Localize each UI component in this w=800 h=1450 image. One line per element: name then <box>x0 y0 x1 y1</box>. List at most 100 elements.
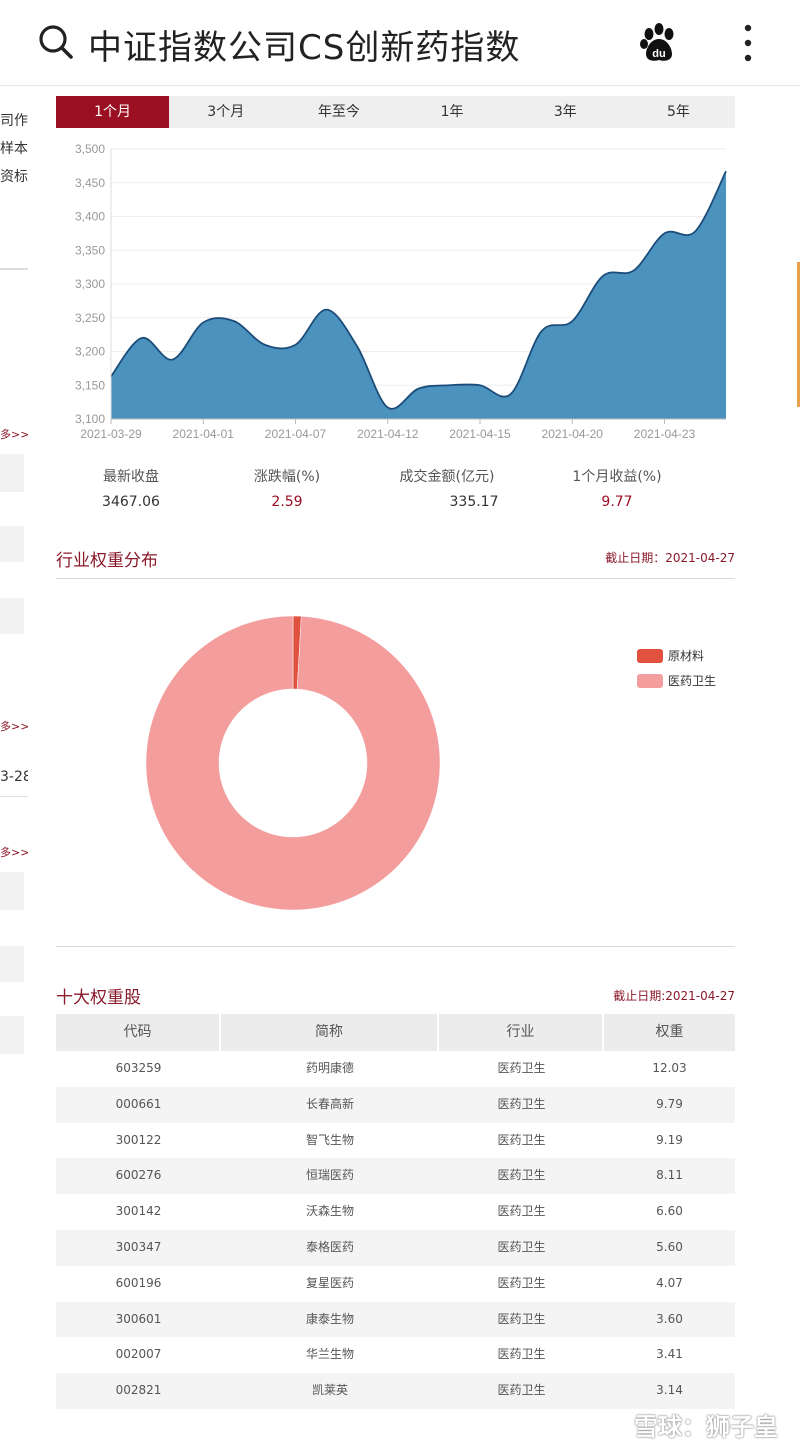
cell-weight: 3.41 <box>656 1347 683 1362</box>
cell-weight: 5.60 <box>656 1239 683 1254</box>
x-tick-label: 2021-04-23 <box>634 427 696 441</box>
tab-1-month[interactable]: 1个月 <box>56 96 170 128</box>
cell-weight: 9.79 <box>656 1096 683 1111</box>
cell-name: 沃森生物 <box>305 1204 354 1219</box>
y-tick-label: 3,400 <box>75 210 105 224</box>
cell-code: 002007 <box>115 1347 162 1362</box>
stat-label: 涨跌幅(%) <box>253 469 321 485</box>
cell-name: 恒瑞医药 <box>305 1168 354 1183</box>
more-vertical-icon[interactable] <box>740 22 756 64</box>
table-header: 代码 简称 行业 权重 <box>56 1014 735 1051</box>
cell-name: 智飞生物 <box>305 1132 354 1147</box>
left-more-link[interactable]: 多>> <box>0 718 28 734</box>
cell-name: 康泰生物 <box>305 1311 354 1326</box>
cell-industry: 医药卫生 <box>497 1096 546 1111</box>
left-row-box <box>0 946 24 982</box>
left-more-link[interactable]: 多>> <box>0 426 28 442</box>
y-tick-label: 3,100 <box>75 412 105 426</box>
legend-item-raw-materials[interactable]: 原材料 <box>637 647 704 663</box>
left-more-link[interactable]: 多>> <box>0 844 28 860</box>
x-tick-label: 2021-04-20 <box>542 427 604 441</box>
area-fill <box>111 171 726 419</box>
legend-label: 原材料 <box>668 649 705 663</box>
table-row[interactable]: 600276 恒瑞医药 医药卫生 8.11 <box>56 1158 735 1195</box>
top10-table: 代码 简称 行业 权重 603259 药明康德 医药卫生 12.03 000661 长春高… <box>56 1014 735 1409</box>
cell-code: 002821 <box>115 1383 162 1398</box>
cell-industry: 医药卫生 <box>497 1168 546 1183</box>
cell-code: 300122 <box>115 1132 162 1147</box>
search-bar: 中证指数公司CS创新药指数 du <box>0 0 800 86</box>
x-tick-label: 2021-04-07 <box>265 427 327 441</box>
col-header-weight: 权重 <box>655 1024 684 1040</box>
table-row[interactable]: 300142 沃森生物 医药卫生 6.60 <box>56 1194 735 1230</box>
cell-industry: 医药卫生 <box>497 1132 546 1147</box>
col-header-industry: 行业 <box>439 1014 604 1051</box>
left-text-fragment: 司作 <box>0 113 28 129</box>
search-query[interactable]: 中证指数公司CS创新药指数 <box>88 20 520 69</box>
cell-name: 复星医药 <box>305 1275 354 1290</box>
y-tick-label: 3,350 <box>75 243 105 257</box>
stat-label: 最新收盘 <box>103 469 159 485</box>
table-row[interactable]: 600196 复星医药 医药卫生 4.07 <box>56 1266 735 1302</box>
stat-value: 335.17 <box>449 494 499 510</box>
cell-industry: 医药卫生 <box>497 1204 546 1219</box>
table-row[interactable]: 300122 智飞生物 医药卫生 9.19 <box>56 1123 735 1159</box>
stat-value: 2.59 <box>271 494 303 510</box>
tab-ytd[interactable]: 年至今 <box>282 96 395 128</box>
search-icon[interactable] <box>38 24 74 60</box>
cell-industry: 医药卫生 <box>497 1275 546 1290</box>
x-tick-label: 2021-04-12 <box>357 427 419 441</box>
cell-industry: 医药卫生 <box>497 1061 546 1075</box>
stat-label: 成交金额(亿元) <box>399 469 495 485</box>
table-row[interactable]: 000661 长春高新 医药卫生 9.79 <box>56 1086 735 1123</box>
left-text-fragment: 样本 <box>0 141 28 157</box>
table-row[interactable]: 300347 泰格医药 医药卫生 5.60 <box>56 1229 735 1266</box>
left-row-box <box>0 872 24 910</box>
svg-text:du: du <box>652 48 665 60</box>
industry-donut-chart <box>145 615 441 911</box>
stat-value: 9.77 <box>601 494 633 510</box>
section-divider <box>56 946 735 947</box>
xueqiu-watermark: 雪球：狮子皇 <box>634 1413 778 1441</box>
tab-3-years[interactable]: 3年 <box>509 96 622 128</box>
cell-weight: 3.14 <box>656 1383 683 1398</box>
stat-turnover: 成交金额(亿元) 335.17 <box>377 466 517 510</box>
table-row[interactable]: 300601 康泰生物 医药卫生 3.60 <box>56 1301 735 1338</box>
cell-industry: 医药卫生 <box>497 1347 546 1362</box>
y-tick-label: 3,300 <box>75 277 105 291</box>
left-date-fragment: 3-28 <box>0 769 28 785</box>
x-tick-label: 2021-04-01 <box>173 427 235 441</box>
table-row[interactable]: 002821 凯莱英 医药卫生 3.14 <box>56 1373 735 1409</box>
industry-date: 截止日期：2021-04-27 <box>605 551 735 565</box>
cell-code: 600276 <box>115 1168 162 1183</box>
cell-name: 华兰生物 <box>305 1347 354 1362</box>
cell-industry: 医药卫生 <box>497 1311 546 1326</box>
tab-1-year[interactable]: 1年 <box>396 96 509 128</box>
top10-date: 截止日期:2021-04-27 <box>613 989 735 1003</box>
tab-5-years[interactable]: 5年 <box>622 96 735 128</box>
cell-name: 凯莱英 <box>311 1383 348 1398</box>
legend-item-healthcare[interactable]: 医药卫生 <box>637 672 716 688</box>
legend-swatch <box>637 673 663 688</box>
y-tick-label: 3,200 <box>75 345 105 359</box>
period-tabs: 1个月 3个月 年至今 1年 3年 5年 <box>56 96 735 128</box>
left-text-fragment: 资标 <box>0 169 28 185</box>
left-divider <box>0 796 28 797</box>
left-row-box <box>0 598 24 634</box>
cell-code: 603259 <box>115 1061 162 1075</box>
cell-code: 300601 <box>115 1311 162 1326</box>
cell-code: 300142 <box>115 1204 162 1219</box>
y-tick-label: 3,150 <box>75 378 105 392</box>
stat-1m-return: 1个月收益(%) 9.77 <box>547 466 687 510</box>
stat-latest-close: 最新收盘 3467.06 <box>61 466 201 510</box>
industry-weight-title: 行业权重分布 <box>56 551 158 571</box>
baidu-paw-icon[interactable]: du <box>638 22 680 64</box>
col-header-code: 代码 <box>56 1014 221 1051</box>
col-header-name: 简称 <box>221 1014 439 1051</box>
tab-3-months[interactable]: 3个月 <box>169 96 282 128</box>
stat-change-pct: 涨跌幅(%) 2.59 <box>217 466 357 510</box>
cell-name: 药明康德 <box>305 1061 354 1075</box>
table-row[interactable]: 002007 华兰生物 医药卫生 3.41 <box>56 1337 735 1373</box>
table-row[interactable]: 603259 药明康德 医药卫生 12.03 <box>56 1051 735 1087</box>
donut-slice-1[interactable] <box>145 615 441 911</box>
